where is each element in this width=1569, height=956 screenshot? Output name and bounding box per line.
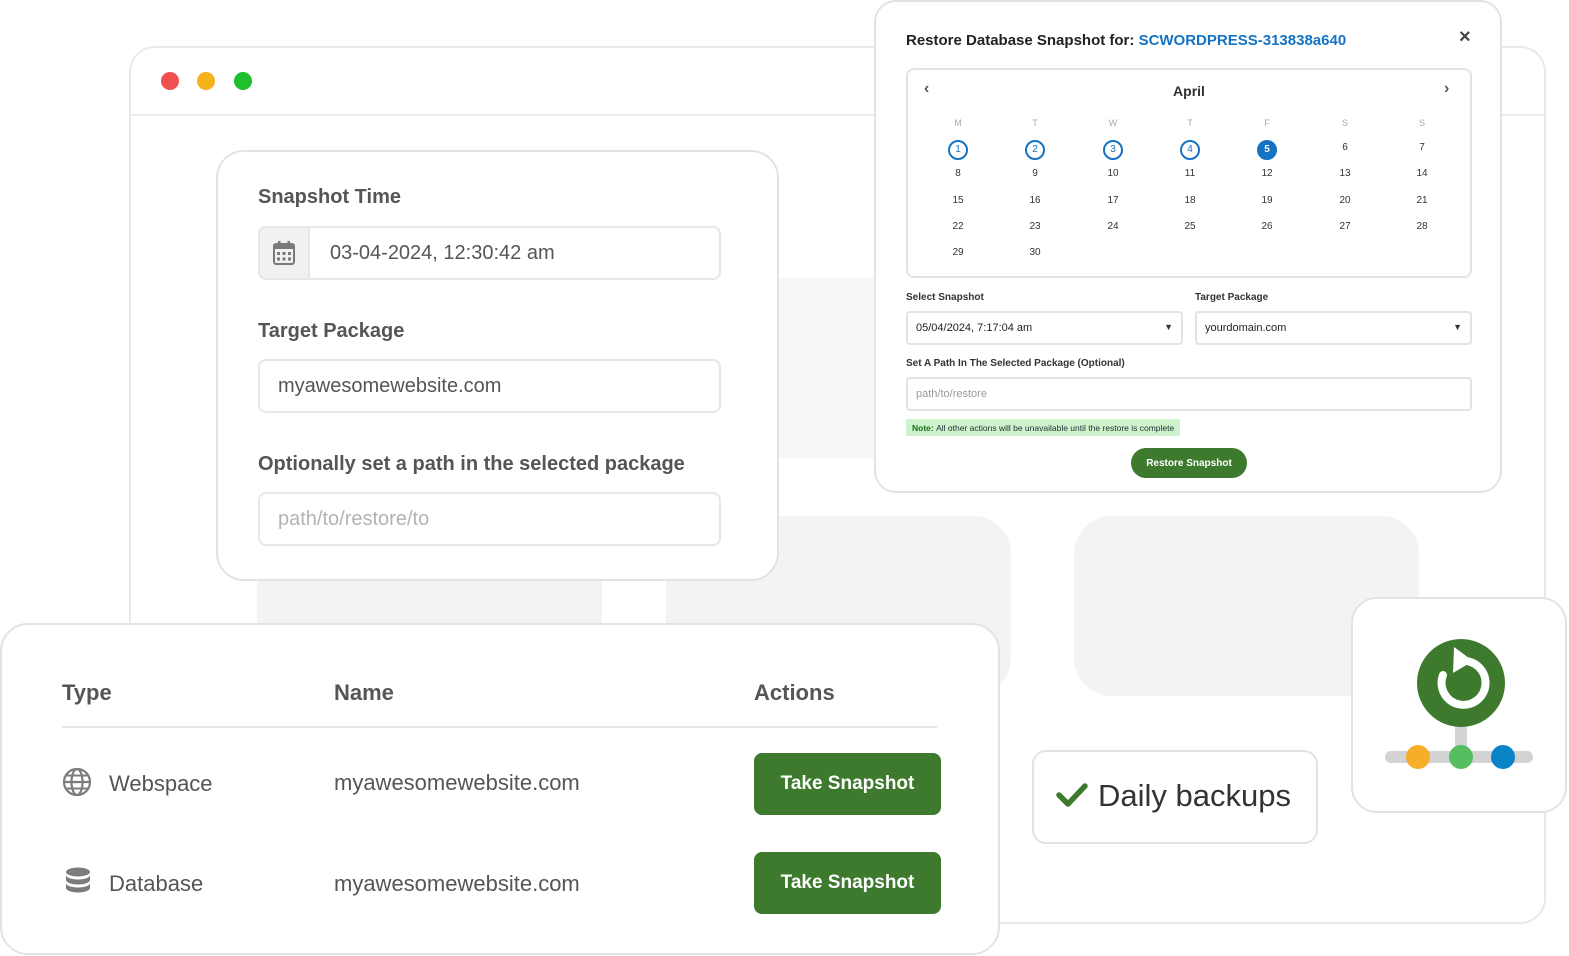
calendar-day[interactable]: 19 (1257, 193, 1277, 213)
calendar-day[interactable]: 12 (1257, 166, 1277, 186)
calendar-weekday: M (954, 118, 962, 128)
calendar-day[interactable]: 4 (1180, 140, 1200, 160)
calendar-day[interactable]: 29 (948, 245, 968, 265)
daily-backups-badge: Daily backups (1032, 750, 1318, 844)
calendar-weekday: F (1264, 118, 1270, 128)
close-icon[interactable]: × (1459, 26, 1471, 49)
calendar-day[interactable]: 30 (1025, 245, 1045, 265)
calendar-day[interactable]: 14 (1412, 166, 1432, 186)
restore-note: Note: All other actions will be unavaila… (906, 419, 1181, 436)
calendar-day[interactable]: 2 (1025, 140, 1045, 160)
calendar-icon (273, 241, 295, 265)
target-package-value: myawesomewebsite.com (278, 374, 502, 397)
note-text: All other actions will be unavailable un… (936, 422, 1175, 433)
calendar-day[interactable]: 13 (1335, 166, 1355, 186)
window-minimize-dot[interactable] (197, 72, 215, 90)
calendar-day[interactable]: 25 (1180, 219, 1200, 239)
snapshot-time-label: Snapshot Time (258, 186, 401, 208)
modal-target-package-label: Target Package (1195, 292, 1269, 303)
select-snapshot-dropdown[interactable]: 05/04/2024, 7:17:04 am ▼ (906, 311, 1183, 345)
target-package-label: Target Package (258, 320, 405, 342)
select-snapshot-value: 05/04/2024, 7:17:04 am (916, 322, 1033, 334)
restore-snapshot-button[interactable]: Restore Snapshot (1131, 448, 1247, 478)
row-type-database: Database (109, 871, 204, 896)
calendar-day[interactable]: 11 (1180, 166, 1200, 186)
calendar-day[interactable]: 9 (1025, 166, 1045, 186)
target-package-value: yourdomain.com (1205, 322, 1287, 334)
daily-backups-text: Daily backups (1098, 778, 1291, 813)
calendar-day[interactable]: 21 (1412, 193, 1432, 213)
calendar-day[interactable]: 10 (1103, 166, 1123, 186)
calendar-day[interactable]: 24 (1103, 219, 1123, 239)
table-header-divider (62, 726, 937, 728)
calendar-day[interactable]: 18 (1180, 193, 1200, 213)
restore-snapshot-modal: Restore Database Snapshot for: SCWORDPRE… (874, 0, 1502, 493)
modal-path-label: Set A Path In The Selected Package (Opti… (906, 358, 1125, 369)
calendar: ‹ April › M T W T F S S 1 2 3 4 5 6 7 8 9 10 11 12 13 14 15 16… (906, 68, 1472, 278)
row-type-webspace: Webspace (109, 771, 213, 796)
calendar-day[interactable]: 15 (948, 193, 968, 213)
calendar-weekday: T (1187, 118, 1193, 128)
restore-network-icon (1385, 639, 1533, 769)
calendar-weekday: W (1108, 118, 1118, 128)
row-name: myawesomewebsite.com (334, 871, 580, 896)
snapshot-time-input[interactable]: 03-04-2024, 12:30:42 am (258, 226, 721, 280)
column-header-name: Name (334, 680, 394, 705)
calendar-day[interactable]: 16 (1025, 193, 1045, 213)
chevron-down-icon: ▼ (1453, 322, 1462, 332)
calendar-weekday: S (1341, 118, 1348, 128)
snapshot-time-value: 03-04-2024, 12:30:42 am (330, 241, 555, 264)
modal-path-input[interactable]: path/to/restore (906, 377, 1472, 411)
calendar-next-icon[interactable]: › (1444, 80, 1449, 98)
calendar-day[interactable]: 6 (1335, 140, 1355, 160)
window-maximize-dot[interactable] (234, 72, 252, 90)
calendar-day[interactable]: 22 (948, 219, 968, 239)
row-name: myawesomewebsite.com (334, 770, 580, 795)
database-icon (64, 867, 92, 902)
calendar-icon-box[interactable] (258, 226, 310, 280)
globe-icon (62, 767, 92, 802)
select-snapshot-label: Select Snapshot (906, 292, 984, 303)
calendar-day[interactable]: 20 (1335, 193, 1355, 213)
calendar-day[interactable]: 26 (1257, 219, 1277, 239)
path-input[interactable]: path/to/restore/to (258, 492, 721, 546)
modal-path-placeholder: path/to/restore (916, 388, 987, 400)
calendar-weekday: S (1418, 118, 1425, 128)
take-snapshot-database-button[interactable]: Take Snapshot (754, 852, 941, 914)
calendar-day[interactable]: 28 (1412, 219, 1432, 239)
target-package-dropdown[interactable]: yourdomain.com ▼ (1195, 311, 1472, 345)
restore-icon-card (1351, 597, 1567, 813)
column-header-actions: Actions (754, 680, 835, 705)
chevron-down-icon: ▼ (1164, 322, 1173, 332)
calendar-day[interactable]: 7 (1412, 140, 1432, 160)
path-placeholder: path/to/restore/to (278, 507, 430, 530)
path-label: Optionally set a path in the selected pa… (258, 453, 685, 475)
calendar-day[interactable]: 5 (1257, 140, 1277, 160)
column-header-type: Type (62, 680, 112, 705)
take-snapshot-webspace-button[interactable]: Take Snapshot (754, 753, 941, 815)
calendar-day[interactable]: 1 (948, 140, 968, 160)
snapshot-form-card: Snapshot Time 03-04-2024, 12:30:42 am Ta… (216, 150, 779, 581)
checkmark-icon (1056, 782, 1088, 813)
calendar-day[interactable]: 8 (948, 166, 968, 186)
modal-title-reference: SCWORDPRESS-313838a640 (1138, 32, 1347, 49)
modal-title-prefix: Restore Database Snapshot for: (906, 32, 1135, 49)
target-package-input[interactable]: myawesomewebsite.com (258, 359, 721, 413)
calendar-day[interactable]: 17 (1103, 193, 1123, 213)
snapshot-table-card: Type Name Actions Webspace myawesomewebs… (0, 623, 1000, 955)
calendar-month: April (1173, 83, 1205, 99)
calendar-day[interactable]: 27 (1335, 219, 1355, 239)
window-close-dot[interactable] (161, 72, 179, 90)
modal-title: Restore Database Snapshot for: SCWORDPRE… (906, 32, 1346, 49)
note-prefix: Note: (912, 422, 934, 433)
calendar-day[interactable]: 3 (1103, 140, 1123, 160)
calendar-day[interactable]: 23 (1025, 219, 1045, 239)
calendar-weekday: T (1032, 118, 1038, 128)
